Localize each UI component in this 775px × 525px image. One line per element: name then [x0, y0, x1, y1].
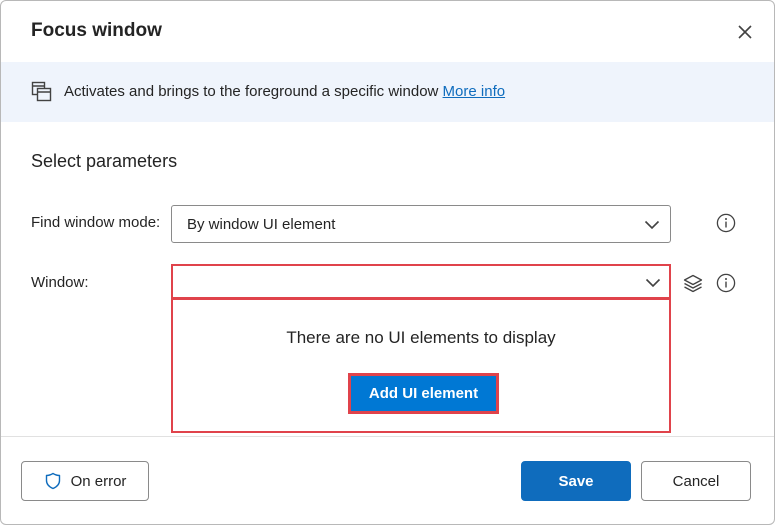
find-window-mode-select[interactable]: By window UI element: [171, 205, 671, 243]
more-info-link[interactable]: More info: [443, 83, 506, 100]
info-circle-icon[interactable]: [716, 213, 736, 233]
add-ui-element-button[interactable]: Add UI element: [348, 373, 499, 414]
add-ui-element-label: Add UI element: [351, 376, 496, 411]
close-icon[interactable]: [734, 21, 756, 43]
window-stack-icon: [31, 81, 53, 103]
info-circle-icon[interactable]: [716, 273, 736, 293]
find-window-mode-label: Find window mode:: [31, 214, 161, 231]
chevron-down-icon: [645, 275, 661, 291]
on-error-label: On error: [70, 472, 127, 490]
chevron-down-icon: [644, 217, 660, 233]
on-error-button[interactable]: On error: [21, 461, 149, 501]
save-button[interactable]: Save: [521, 461, 631, 501]
layers-icon[interactable]: [682, 273, 704, 295]
find-window-mode-value: By window UI element: [187, 216, 336, 233]
window-select[interactable]: [171, 264, 671, 299]
cancel-button[interactable]: Cancel: [641, 461, 751, 501]
window-dropdown-panel: There are no UI elements to display Add …: [171, 298, 671, 433]
window-label: Window:: [31, 274, 89, 291]
info-text: Activates and brings to the foreground a…: [64, 83, 443, 100]
focus-window-dialog: Focus window Activates and brings to the…: [0, 0, 775, 525]
info-banner: Activates and brings to the foreground a…: [1, 62, 774, 122]
dialog-title: Focus window: [31, 20, 162, 41]
section-title: Select parameters: [31, 151, 178, 171]
footer-divider: [1, 436, 774, 437]
shield-icon: [44, 472, 62, 490]
info-description: Activates and brings to the foreground a…: [64, 83, 505, 100]
empty-message: There are no UI elements to display: [286, 328, 556, 347]
